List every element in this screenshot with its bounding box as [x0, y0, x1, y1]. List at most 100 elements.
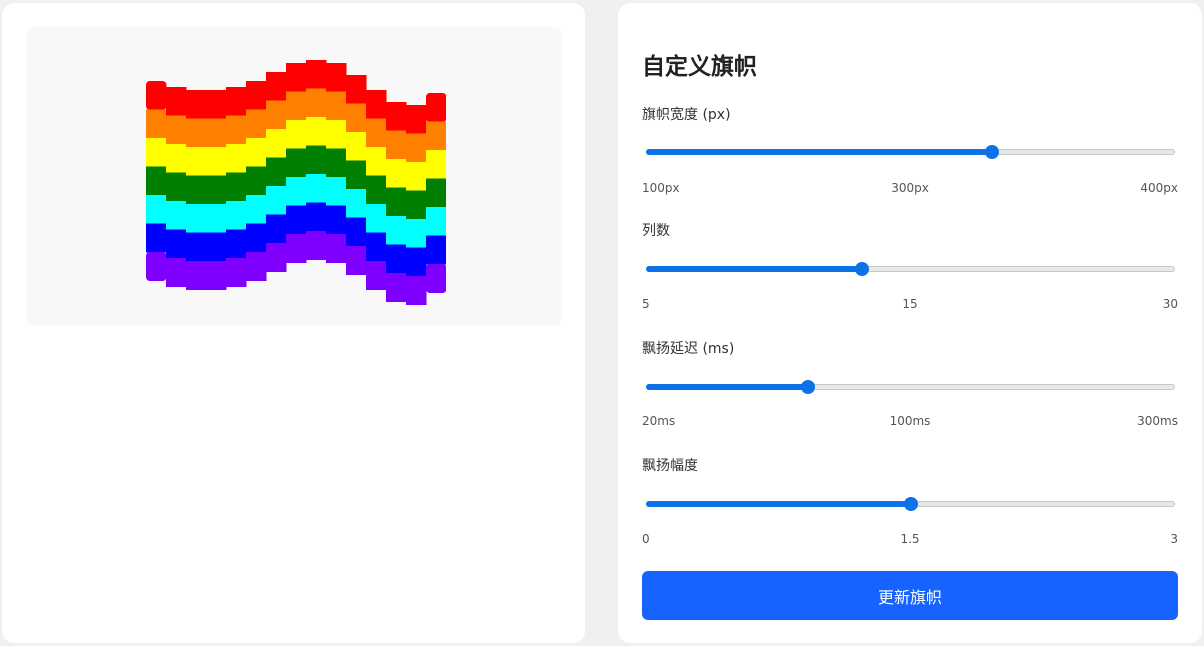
flag-cell	[326, 234, 347, 263]
flag-cell	[366, 261, 387, 290]
flag-cell	[246, 109, 267, 139]
columns-scale: 5 15 30	[642, 296, 1178, 312]
flag-cell	[246, 223, 267, 253]
flag-cell	[326, 63, 347, 92]
flag-cell	[386, 273, 407, 302]
flag-cell	[146, 81, 167, 110]
flag-cell	[226, 229, 247, 259]
flag-cell	[206, 204, 227, 233]
flag-cell	[186, 204, 207, 233]
flag-cell	[266, 214, 287, 244]
flag-cell	[386, 216, 407, 245]
flag-canvas	[26, 27, 562, 326]
update-flag-button[interactable]: 更新旗帜	[642, 571, 1178, 620]
flag-cell	[386, 102, 407, 131]
flag-cell	[286, 63, 307, 92]
flag-cell	[306, 202, 327, 232]
flag-cell	[426, 121, 446, 151]
flag-width-label: 旗帜宽度 (px)	[642, 107, 731, 123]
flag-cell	[346, 189, 367, 218]
columns-slider-thumb[interactable]	[855, 262, 869, 276]
flag-cell	[406, 133, 427, 163]
flag-cell	[206, 232, 227, 262]
flag-cell	[346, 103, 367, 133]
flag-cell	[266, 186, 287, 215]
flag-cell	[286, 148, 307, 178]
wave-delay-mid-label: 100ms	[889, 414, 931, 428]
flag-cell	[166, 229, 187, 259]
wave-amplitude-label: 飘扬幅度	[642, 458, 698, 474]
flag-cell	[306, 174, 327, 203]
flag-cell	[306, 117, 327, 146]
flag-cell	[366, 232, 387, 262]
flag-cell	[166, 115, 187, 145]
flag-width-mid-label: 300px	[891, 181, 929, 195]
flag-cell	[306, 88, 327, 118]
wave-delay-slider-fill	[646, 384, 808, 390]
flag-cell	[366, 204, 387, 233]
flag-cell	[186, 232, 207, 262]
flag-cell	[286, 177, 307, 206]
columns-slider[interactable]	[646, 262, 1175, 276]
flag-cell	[386, 187, 407, 217]
flag-cell	[146, 166, 167, 196]
flag-cell	[166, 172, 187, 202]
flag-cell	[386, 159, 407, 188]
flag-cell	[406, 190, 427, 220]
wave-amplitude-max-label: 3	[1170, 532, 1178, 546]
flag-cell	[226, 115, 247, 145]
customize-panel: 自定义旗帜 旗帜宽度 (px) 100px 300px 400px 列数 5 1…	[618, 3, 1202, 643]
flag-width-slider-thumb[interactable]	[985, 145, 999, 159]
flag-cell	[186, 261, 207, 290]
flag-cell	[206, 118, 227, 148]
flag-cell	[206, 147, 227, 176]
flag-cell	[186, 175, 207, 205]
flag-cell	[426, 207, 446, 236]
flag-width-max-label: 400px	[1140, 181, 1178, 195]
flag-cell	[406, 219, 427, 248]
flag-cell	[426, 150, 446, 179]
flag-cell	[206, 261, 227, 290]
flag-cell	[426, 235, 446, 265]
flag-cell	[346, 246, 367, 275]
wave-delay-label: 飘扬延迟 (ms)	[642, 341, 735, 357]
flag-cell	[326, 120, 347, 149]
wave-amplitude-slider[interactable]	[646, 497, 1175, 511]
flag-cell	[326, 148, 347, 178]
wave-delay-slider-thumb[interactable]	[801, 380, 815, 394]
flag-cell	[146, 195, 167, 224]
flag-cell	[146, 223, 167, 253]
flag-width-scale: 100px 300px 400px	[642, 180, 1178, 196]
wave-delay-slider[interactable]	[646, 380, 1175, 394]
flag-cell	[166, 87, 187, 116]
flag-cell	[426, 93, 446, 122]
flag-width-slider[interactable]	[646, 145, 1175, 159]
flag-cell	[266, 72, 287, 101]
wave-delay-max-label: 300ms	[1137, 414, 1178, 428]
flag-cell	[286, 234, 307, 263]
flag-cell	[306, 231, 327, 260]
flag-width-slider-fill	[646, 149, 992, 155]
wave-amplitude-mid-label: 1.5	[900, 532, 920, 546]
flag-cell	[146, 109, 167, 139]
flag-cell	[186, 118, 207, 148]
wave-amplitude-slider-thumb[interactable]	[904, 497, 918, 511]
flag-cell	[386, 130, 407, 160]
flag-cell	[226, 172, 247, 202]
wave-amplitude-slider-fill	[646, 501, 911, 507]
flag-cell	[326, 91, 347, 121]
flag-cell	[286, 91, 307, 121]
flag-cell	[166, 258, 187, 287]
flag-cell	[206, 90, 227, 119]
flag-cell	[386, 244, 407, 274]
flag-cell	[426, 264, 446, 293]
flag-cell	[226, 258, 247, 287]
panel-title: 自定义旗帜	[642, 54, 757, 80]
rainbow-flag	[146, 60, 446, 305]
flag-cell	[426, 178, 446, 208]
columns-label: 列数	[642, 223, 670, 239]
flag-cell	[366, 118, 387, 148]
flag-cell	[366, 147, 387, 176]
flag-cell	[406, 162, 427, 191]
flag-cell	[186, 90, 207, 119]
